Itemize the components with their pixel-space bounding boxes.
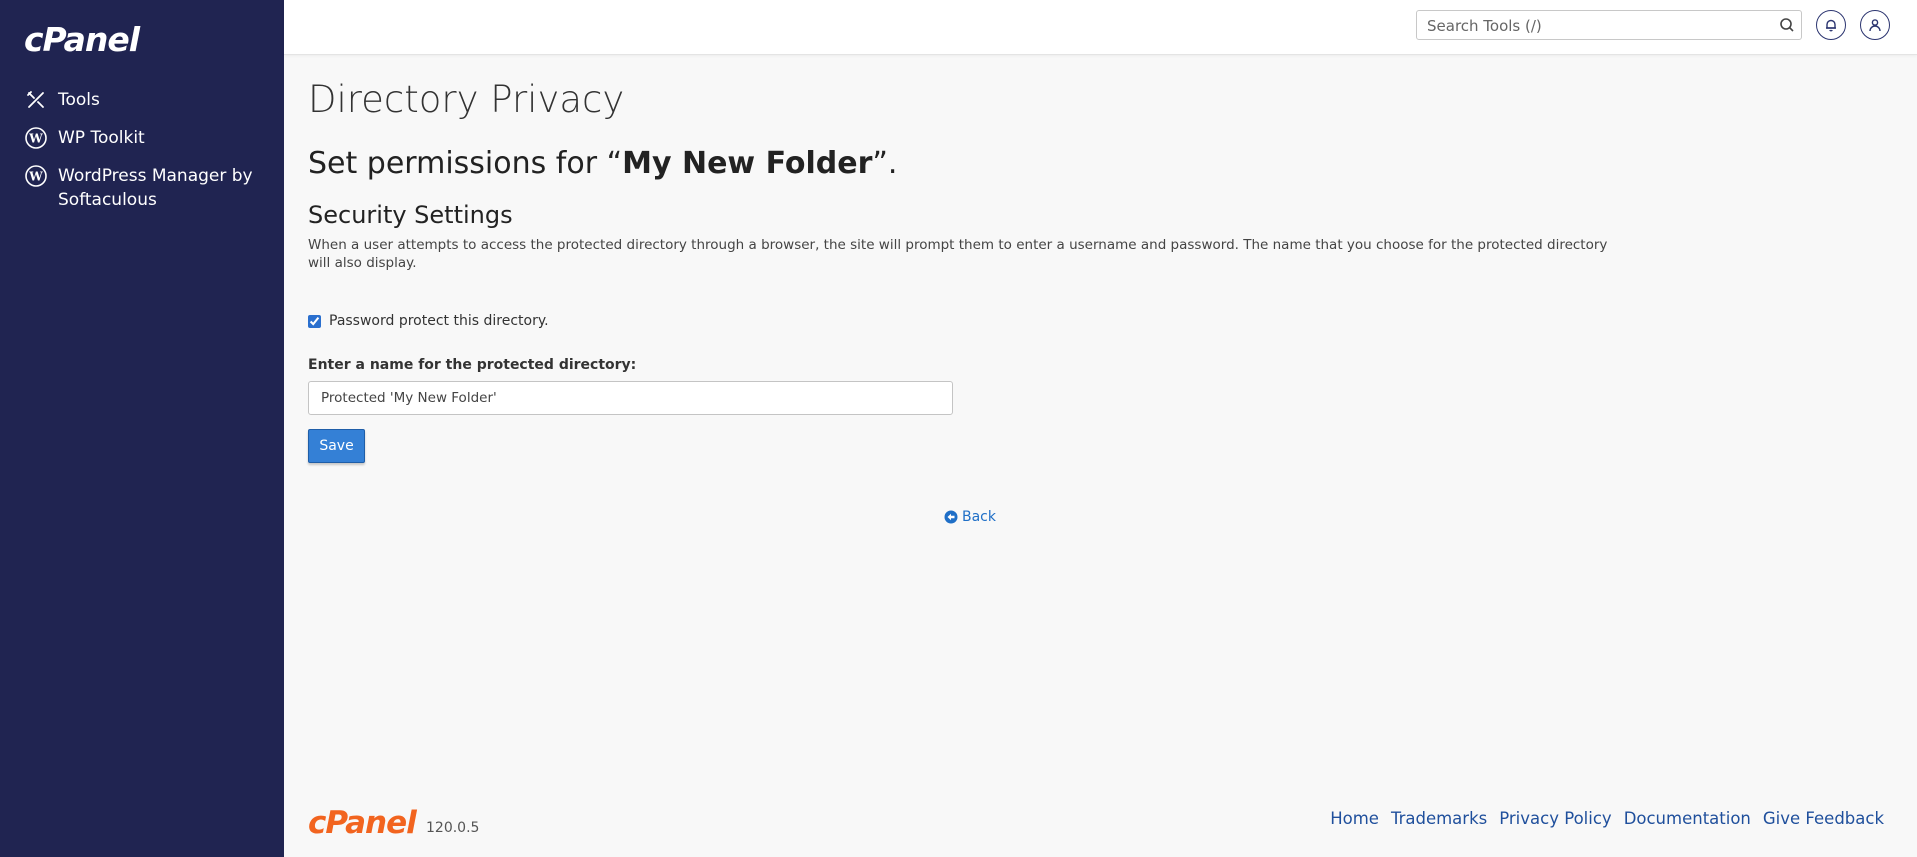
user-icon xyxy=(1869,19,1881,32)
password-protect-checkbox[interactable] xyxy=(308,314,321,328)
bell-icon xyxy=(1826,19,1836,32)
footer-links: Home Trademarks Privacy Policy Documenta… xyxy=(1318,809,1884,828)
search-input[interactable] xyxy=(1425,11,1769,41)
tools-icon xyxy=(24,88,48,112)
back-link[interactable]: Back xyxy=(944,509,996,525)
sidebar-item-label: Tools xyxy=(58,90,100,110)
save-button[interactable]: Save xyxy=(308,429,365,463)
sidebar-item-wp-toolkit[interactable]: W WP Toolkit xyxy=(0,126,284,150)
sidebar-item-tools[interactable]: Tools xyxy=(0,88,284,112)
arrow-circle-left-icon xyxy=(944,510,958,524)
cpanel-logo[interactable]: cPanel xyxy=(24,22,140,58)
user-menu-button[interactable] xyxy=(1860,10,1890,40)
footer-link-documentation[interactable]: Documentation xyxy=(1624,809,1751,828)
version-label: 120.0.5 xyxy=(426,820,480,836)
security-description: When a user attempts to access the prote… xyxy=(308,237,1608,271)
permissions-prefix: Set permissions for “ xyxy=(308,146,623,181)
folder-name: My New Folder xyxy=(622,146,873,181)
sidebar-nav: Tools W WP Toolkit W WordPress Manager b… xyxy=(0,88,284,226)
password-protect-option[interactable]: Password protect this directory. xyxy=(308,313,549,329)
sidebar: cPanel Tools W WP Toolkit W WordPress Ma… xyxy=(0,0,284,857)
svg-text:W: W xyxy=(28,170,43,184)
search-box xyxy=(1416,10,1802,41)
wordpress-icon: W xyxy=(24,126,48,150)
section-title: Security Settings xyxy=(308,201,513,229)
permissions-suffix: ”. xyxy=(872,146,898,181)
directory-name-label: Enter a name for the protected directory… xyxy=(308,357,637,373)
footer-link-trademarks[interactable]: Trademarks xyxy=(1391,809,1487,828)
sidebar-item-label: WP Toolkit xyxy=(58,128,145,148)
search-icon[interactable] xyxy=(1779,17,1795,33)
footer-link-give-feedback[interactable]: Give Feedback xyxy=(1763,809,1884,828)
footer-link-home[interactable]: Home xyxy=(1330,809,1379,828)
sidebar-item-label: WordPress Manager by Softaculous xyxy=(58,166,253,210)
page-title: Directory Privacy xyxy=(308,78,625,121)
password-protect-label: Password protect this directory. xyxy=(329,313,549,329)
footer-link-privacy-policy[interactable]: Privacy Policy xyxy=(1499,809,1611,828)
top-bar xyxy=(284,0,1917,55)
directory-name-input[interactable] xyxy=(308,381,953,415)
notifications-button[interactable] xyxy=(1816,10,1846,40)
svg-text:W: W xyxy=(28,132,43,146)
back-label: Back xyxy=(962,509,996,525)
permissions-heading: Set permissions for “My New Folder”. xyxy=(308,144,897,184)
footer-cpanel-logo: cPanel xyxy=(308,805,417,841)
sidebar-item-wordpress-manager[interactable]: W WordPress Manager by Softaculous xyxy=(0,164,284,212)
wordpress-icon: W xyxy=(24,164,48,188)
